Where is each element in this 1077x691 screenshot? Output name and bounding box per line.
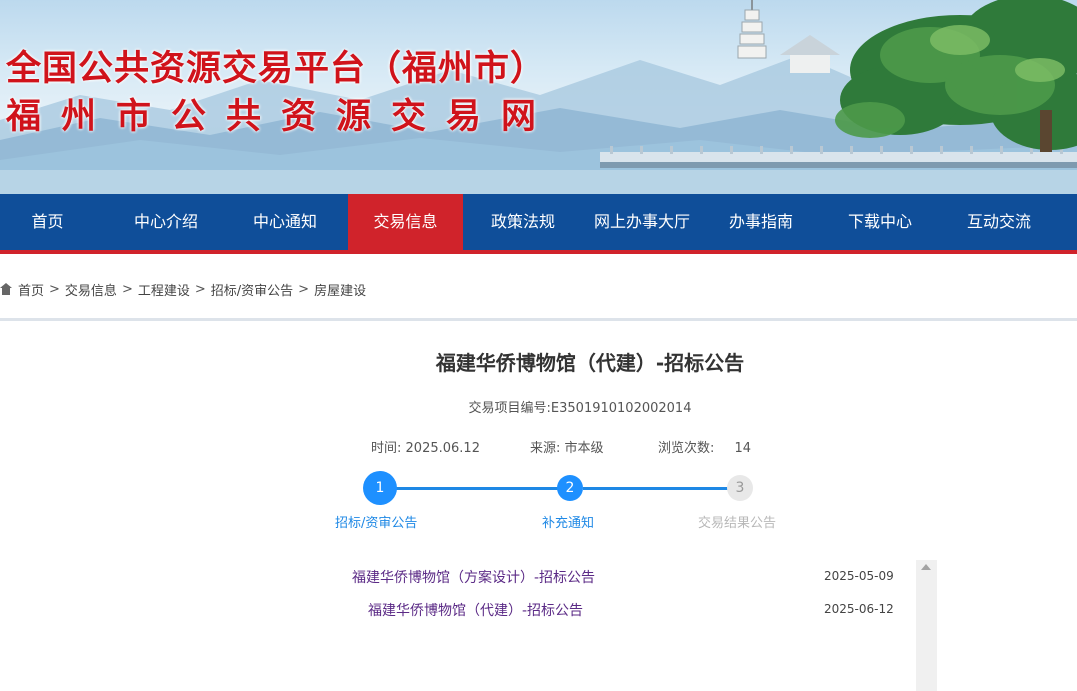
nav-item-interaction[interactable]: 互动交流 <box>944 194 1054 250</box>
breadcrumb-home[interactable]: 首页 <box>18 280 44 299</box>
source: 来源: 市本级 <box>530 437 604 456</box>
site-title-line2: 福州市公共资源交易网 <box>6 97 557 137</box>
publish-time-label: 时间: <box>371 441 402 456</box>
breadcrumb-tender-notice[interactable]: 招标/资审公告 <box>211 280 293 299</box>
breadcrumb-separator: > <box>49 281 60 297</box>
nav-item-trading-info[interactable]: 交易信息 <box>348 194 463 250</box>
nav-item-downloads[interactable]: 下载中心 <box>826 194 934 250</box>
breadcrumb-housing[interactable]: 房屋建设 <box>314 280 366 299</box>
article-title: 福建华侨博物馆（代建）-招标公告 <box>435 351 745 375</box>
nav-item-notices[interactable]: 中心通知 <box>229 194 341 250</box>
step-3-circle: 3 <box>727 475 753 501</box>
scroll-up-arrow-icon[interactable] <box>921 564 931 570</box>
nav-underline <box>0 250 1077 254</box>
step-1-circle[interactable]: 1 <box>363 471 397 505</box>
source-value: 市本级 <box>564 441 604 456</box>
home-icon <box>0 283 12 295</box>
view-count-label: 浏览次数: <box>658 441 715 456</box>
site-title-line1: 全国公共资源交易平台（福州市） <box>6 49 547 89</box>
publish-time-value: 2025.06.12 <box>405 441 480 456</box>
main-nav: 首页 中心介绍 中心通知 交易信息 政策法规 网上办事大厅 办事指南 下载中心 … <box>0 194 1077 250</box>
nav-item-online-hall[interactable]: 网上办事大厅 <box>583 194 701 250</box>
step-connector <box>583 487 729 490</box>
breadcrumb-separator: > <box>194 281 206 297</box>
related-link[interactable]: 福建华侨博物馆（代建）-招标公告 <box>368 600 583 620</box>
view-count-value: 14 <box>734 441 752 456</box>
related-link[interactable]: 福建华侨博物馆（方案设计）-招标公告 <box>352 567 595 587</box>
nav-item-policy[interactable]: 政策法规 <box>468 194 578 250</box>
nav-item-about[interactable]: 中心介绍 <box>110 194 222 250</box>
step-1-label[interactable]: 招标/资审公告 <box>335 512 417 531</box>
source-label: 来源: <box>530 441 561 456</box>
nav-item-guide[interactable]: 办事指南 <box>707 194 815 250</box>
project-code: 交易项目编号:E3501910102002014 <box>468 401 692 416</box>
breadcrumb: 首页 > 交易信息 > 工程建设 > 招标/资审公告 > 房屋建设 <box>0 280 366 299</box>
step-3-label: 交易结果公告 <box>698 516 777 531</box>
breadcrumb-separator: > <box>298 281 310 297</box>
breadcrumb-divider <box>0 318 1077 321</box>
breadcrumb-separator: > <box>121 281 133 297</box>
view-count: 浏览次数: 14 <box>658 437 751 456</box>
breadcrumb-construction[interactable]: 工程建设 <box>138 280 190 299</box>
header-banner: 全国公共资源交易平台（福州市） 福州市公共资源交易网 <box>0 0 1077 194</box>
related-list-scrollbar[interactable] <box>916 560 937 691</box>
step-2-circle[interactable]: 2 <box>557 475 583 501</box>
step-connector <box>396 487 560 490</box>
step-2-label[interactable]: 补充通知 <box>542 512 594 531</box>
breadcrumb-trading-info[interactable]: 交易信息 <box>65 280 117 299</box>
nav-item-home[interactable]: 首页 <box>0 194 95 250</box>
related-date: 2025-05-09 <box>824 569 894 583</box>
publish-time: 时间: 2025.06.12 <box>371 437 480 456</box>
related-date: 2025-06-12 <box>824 602 894 616</box>
